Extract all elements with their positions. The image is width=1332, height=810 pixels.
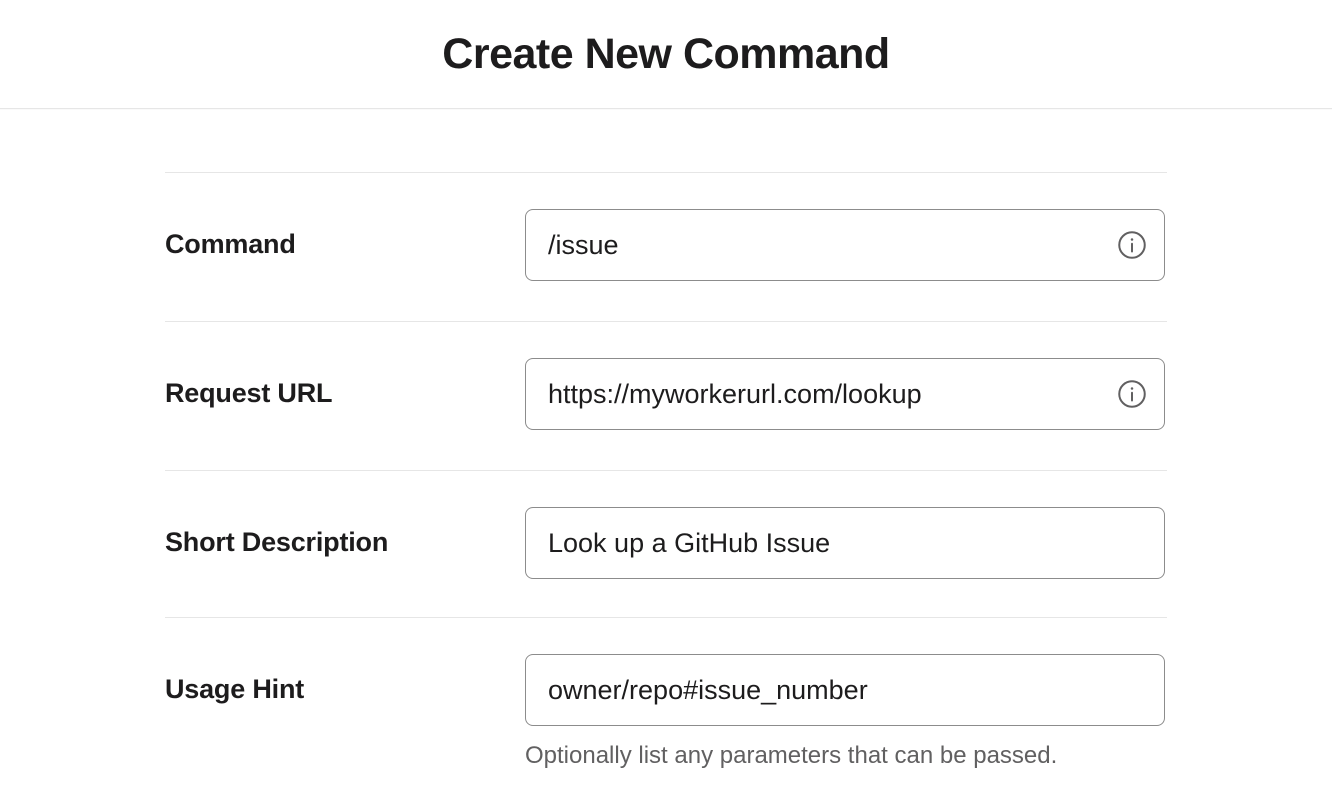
- input-cell-command: [525, 173, 1167, 321]
- usage-hint-input-wrap: [525, 654, 1165, 726]
- label-cell-request-url: Request URL: [165, 322, 525, 455]
- request-url-input[interactable]: [525, 358, 1165, 430]
- page-header: Create New Command: [0, 0, 1332, 109]
- short-description-input-wrap: [525, 507, 1165, 579]
- row-request-url: Request URL: [165, 321, 1167, 470]
- info-icon[interactable]: [1117, 230, 1147, 260]
- request-url-label: Request URL: [165, 378, 332, 408]
- label-cell-short-description: Short Description: [165, 471, 525, 604]
- input-cell-short-description: [525, 471, 1167, 617]
- page-title: Create New Command: [442, 30, 889, 79]
- row-short-description: Short Description: [165, 470, 1167, 617]
- input-cell-request-url: [525, 322, 1167, 470]
- request-url-input-wrap: [525, 358, 1165, 430]
- command-form: Command Request URL: [165, 109, 1167, 770]
- label-cell-usage-hint: Usage Hint: [165, 618, 525, 705]
- command-input[interactable]: [525, 209, 1165, 281]
- row-usage-hint: Usage Hint Optionally list any parameter…: [165, 617, 1167, 770]
- usage-hint-input[interactable]: [525, 654, 1165, 726]
- short-description-input[interactable]: [525, 507, 1165, 579]
- row-command: Command: [165, 172, 1167, 321]
- info-icon[interactable]: [1117, 379, 1147, 409]
- page: Create New Command Command: [0, 0, 1332, 810]
- short-description-label: Short Description: [165, 527, 388, 557]
- command-input-wrap: [525, 209, 1165, 281]
- input-cell-usage-hint: Optionally list any parameters that can …: [525, 618, 1167, 770]
- command-label: Command: [165, 229, 296, 259]
- usage-hint-label: Usage Hint: [165, 674, 304, 704]
- label-cell-command: Command: [165, 173, 525, 306]
- usage-hint-help-text: Optionally list any parameters that can …: [525, 742, 1167, 770]
